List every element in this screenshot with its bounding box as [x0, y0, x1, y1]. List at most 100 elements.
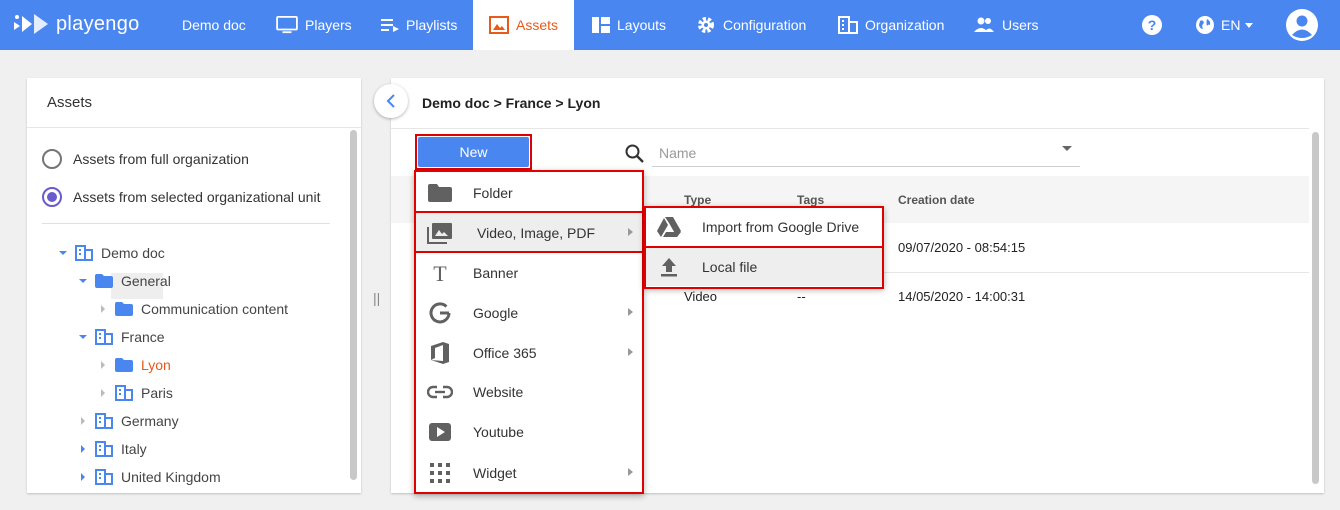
nav-layouts[interactable]: Layouts: [592, 0, 666, 50]
office365-icon: [427, 341, 453, 365]
menu-item-website[interactable]: Website: [416, 372, 642, 412]
submenu-item-local-file[interactable]: Local file: [646, 248, 882, 286]
menu-item-banner[interactable]: T Banner: [416, 253, 642, 293]
radio-full-organization-label: Assets from full organization: [73, 151, 249, 167]
account-button[interactable]: [1285, 0, 1319, 50]
menu-item-label: Google: [473, 305, 519, 321]
expand-caret-icon[interactable]: [57, 250, 69, 256]
tree-item-general[interactable]: General: [77, 269, 171, 293]
layouts-icon: [592, 17, 610, 33]
nav-demo-doc[interactable]: Demo doc: [182, 0, 246, 50]
radio-selected-unit-label: Assets from selected organizational unit: [73, 189, 321, 205]
tree-item-paris[interactable]: Paris: [97, 381, 173, 405]
submenu-arrow-icon: [628, 348, 633, 356]
table-cell-tags: --: [797, 289, 806, 304]
menu-item-youtube[interactable]: Youtube: [416, 412, 642, 452]
nav-players[interactable]: Players: [276, 0, 352, 50]
tree-label: General: [121, 273, 171, 289]
text-icon: T: [427, 261, 453, 285]
collapsed-caret-icon[interactable]: [77, 417, 89, 425]
radio-selected-unit[interactable]: Assets from selected organizational unit: [42, 187, 320, 207]
breadcrumb: Demo doc > France > Lyon: [422, 95, 601, 111]
collapsed-caret-icon[interactable]: [77, 445, 89, 453]
divider: [42, 223, 330, 224]
menu-item-google[interactable]: Google: [416, 293, 642, 333]
tree-item-united-kingdom[interactable]: United Kingdom: [77, 465, 221, 489]
building-icon: [95, 329, 113, 345]
dropdown-arrow-icon[interactable]: [1062, 146, 1072, 151]
collapse-panel-button[interactable]: [374, 84, 408, 118]
tree-label: Lyon: [141, 357, 171, 373]
tree-label: Demo doc: [101, 245, 165, 261]
nav-configuration[interactable]: Configuration: [696, 0, 806, 50]
tree-item-italy[interactable]: Italy: [77, 437, 147, 461]
google-icon: [427, 301, 453, 325]
menu-item-office365[interactable]: Office 365: [416, 333, 642, 373]
help-button[interactable]: ?: [1141, 0, 1163, 50]
tree-label: Communication content: [141, 301, 289, 317]
menu-item-video-image-pdf[interactable]: Video, Image, PDF: [416, 213, 642, 253]
new-button[interactable]: New: [418, 137, 529, 167]
nav-playlists-label: Playlists: [406, 17, 458, 33]
expand-caret-icon[interactable]: [77, 278, 89, 284]
folder-icon: [115, 302, 133, 316]
radio-button-checked[interactable]: [42, 187, 62, 207]
menu-item-folder[interactable]: Folder: [416, 173, 642, 213]
brand-logo[interactable]: playengo: [12, 12, 140, 36]
tree-item-communication-content[interactable]: Communication content: [97, 297, 288, 321]
name-filter-input[interactable]: Name: [652, 140, 1080, 167]
nav-demo-doc-label: Demo doc: [182, 17, 246, 33]
help-icon: ?: [1142, 15, 1162, 35]
tree-label: Paris: [141, 385, 173, 401]
nav-layouts-label: Layouts: [617, 17, 667, 33]
column-header-creation-date[interactable]: Creation date: [898, 193, 975, 207]
table-cell-type: Video: [684, 289, 718, 304]
column-header-tags[interactable]: Tags: [797, 193, 824, 207]
column-header-type[interactable]: Type: [684, 193, 711, 207]
google-drive-icon: [656, 215, 682, 239]
scrollbar[interactable]: [1312, 132, 1319, 484]
expand-caret-icon[interactable]: [77, 334, 89, 340]
building-icon: [115, 385, 133, 401]
tree-item-demo-doc[interactable]: Demo doc: [57, 241, 165, 265]
building-icon: [95, 413, 113, 429]
nav-users[interactable]: Users: [973, 0, 1039, 50]
tree-item-germany[interactable]: Germany: [77, 409, 179, 433]
scrollbar[interactable]: [350, 130, 357, 480]
tree-label: Germany: [121, 413, 179, 429]
folder-icon: [115, 358, 133, 372]
panel-resize-handle[interactable]: ||: [373, 290, 380, 306]
nav-assets[interactable]: Assets: [473, 0, 574, 50]
collapsed-caret-icon[interactable]: [77, 473, 89, 481]
table-cell-creation-date: 14/05/2020 - 14:00:31: [898, 289, 1026, 304]
radio-full-organization[interactable]: Assets from full organization: [42, 149, 249, 169]
collapsed-caret-icon[interactable]: [97, 389, 109, 397]
nav-organization[interactable]: Organization: [838, 0, 944, 50]
tree-item-lyon[interactable]: Lyon: [97, 353, 171, 377]
youtube-icon: [427, 420, 453, 444]
gear-icon: [698, 17, 714, 33]
menu-item-label: Website: [473, 384, 524, 400]
menu-item-label: Youtube: [473, 424, 524, 440]
submenu-item-google-drive[interactable]: Import from Google Drive: [646, 208, 882, 246]
tree-item-france[interactable]: France: [77, 325, 165, 349]
collapsed-caret-icon[interactable]: [97, 305, 109, 313]
menu-item-label: Office 365: [473, 345, 537, 361]
collapsed-caret-icon[interactable]: [97, 361, 109, 369]
apps-grid-icon: [427, 461, 453, 485]
nav-playlists[interactable]: Playlists: [381, 0, 457, 50]
building-icon: [95, 441, 113, 457]
photo-library-icon: [427, 221, 453, 245]
upload-icon: [656, 255, 682, 279]
playengo-logo-icon: [14, 14, 48, 34]
submenu-item-label: Local file: [702, 259, 758, 275]
folder-icon: [427, 181, 453, 205]
users-icon: [974, 17, 994, 32]
submenu-arrow-icon: [628, 308, 633, 316]
menu-item-widget[interactable]: Widget: [416, 453, 642, 493]
radio-button-unchecked[interactable]: [42, 149, 62, 169]
tree-label: Italy: [121, 441, 147, 457]
submenu-arrow-icon: [628, 228, 633, 236]
language-selector[interactable]: EN: [1195, 0, 1254, 50]
submenu-arrow-icon: [628, 468, 633, 476]
